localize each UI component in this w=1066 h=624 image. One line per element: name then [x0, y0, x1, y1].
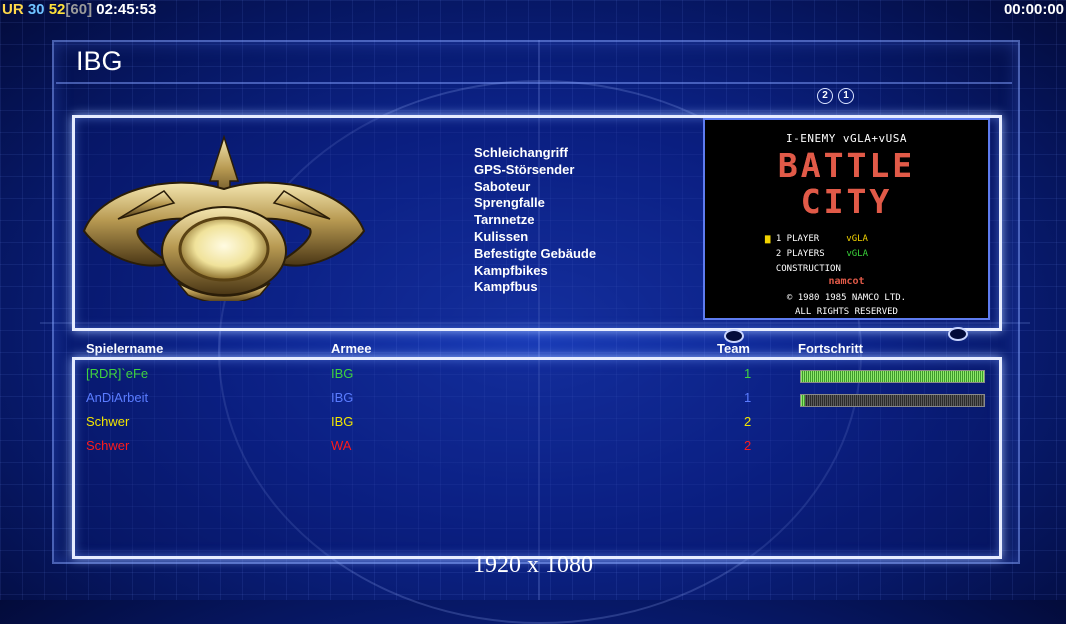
game-timer: 00:00:00	[1003, 1, 1064, 18]
column-header-team: Team	[717, 341, 750, 356]
loading-progress-fill	[801, 371, 984, 382]
table-row: AnDiArbeit IBG 1	[0, 386, 1066, 410]
map-preview-logo: BATTLE CITY	[705, 148, 988, 220]
map-preview-menu-item: ▆ 1 PLAYER vGLA	[765, 234, 868, 244]
player-team: 2	[744, 414, 752, 429]
player-team: 1	[744, 366, 752, 381]
player-army: IBG	[331, 414, 354, 429]
map-preview-logo-line2: CITY	[800, 182, 893, 221]
page-title: IBG	[76, 46, 123, 76]
map-preview-menu-item: CONSTRUCTION	[775, 264, 841, 274]
map-preview-copyright: © 1980 1985 NAMCO LTD. ALL RIGHTS RESERV…	[786, 293, 907, 317]
player-army: IBG	[331, 366, 354, 381]
fps-cap: [60]	[65, 1, 93, 18]
column-header-progress: Fortschritt	[798, 341, 863, 356]
player-name: Schwer	[86, 414, 130, 429]
upgrade-item: Kampfbikes	[474, 262, 548, 278]
map-preview-header: I-ENEMY vGLA+vUSA	[785, 132, 908, 145]
upgrade-item: Sprengfalle	[474, 195, 545, 211]
map-preview-menu: ▆ 1 PLAYER vGLA 2 PLAYERS vGLA CONSTRUCT…	[765, 232, 868, 277]
title-bar	[56, 44, 1012, 84]
table-row: Schwer WA 2	[0, 434, 1066, 458]
upgrade-item: Kulissen	[474, 228, 529, 244]
clock: 02:45:53	[96, 1, 157, 18]
fps-current: 52	[48, 1, 66, 18]
map-preview-publisher: namcot	[828, 276, 865, 287]
upgrade-item: Saboteur	[474, 178, 531, 194]
faction-emblem-icon	[78, 133, 370, 306]
performance-overlay: UR 30 52[60] 02:45:53	[2, 1, 156, 18]
upgrade-item: Kampfbus	[474, 279, 538, 295]
map-preview-menu-item: 2 PLAYERS vGLA	[775, 249, 868, 259]
player-army: IBG	[331, 390, 354, 405]
upgrade-item: GPS-Störsender	[474, 161, 575, 177]
player-team: 1	[744, 390, 752, 405]
player-name: Schwer	[86, 438, 130, 453]
column-header-player: Spielername	[86, 341, 164, 356]
tank-cursor-icon: ▆	[765, 234, 771, 244]
player-army: WA	[331, 438, 352, 453]
upgrade-list: Schleichangriff GPS-Störsender Saboteur …	[474, 145, 596, 296]
indicator-1: 1	[838, 88, 854, 104]
loading-progress-bar	[800, 370, 985, 383]
upgrade-item: Tarnnetze	[474, 212, 535, 228]
loading-progress-bar	[800, 394, 985, 407]
fps-min: 30	[27, 1, 45, 18]
loading-progress-fill	[801, 395, 805, 406]
table-row: Schwer IBG 2	[0, 410, 1066, 434]
player-team: 2	[744, 438, 752, 453]
map-preview-logo-line1: BATTLE	[777, 146, 916, 185]
player-name: AnDiArbeit	[86, 390, 149, 405]
ur-label: UR	[2, 1, 24, 18]
upgrade-item: Schleichangriff	[474, 145, 568, 160]
table-row: [RDR]`eFe IBG 1	[0, 362, 1066, 386]
panel-knob-right	[948, 327, 968, 341]
player-name: [RDR]`eFe	[86, 366, 149, 381]
upgrade-item: Befestigte Gebäude	[474, 245, 597, 261]
map-preview: I-ENEMY vGLA+vUSA BATTLE CITY ▆ 1 PLAYER…	[703, 118, 990, 320]
resolution-label: 1920 x 1080	[473, 552, 593, 578]
column-header-army: Armee	[331, 341, 372, 356]
indicator-2: 2	[817, 88, 833, 104]
